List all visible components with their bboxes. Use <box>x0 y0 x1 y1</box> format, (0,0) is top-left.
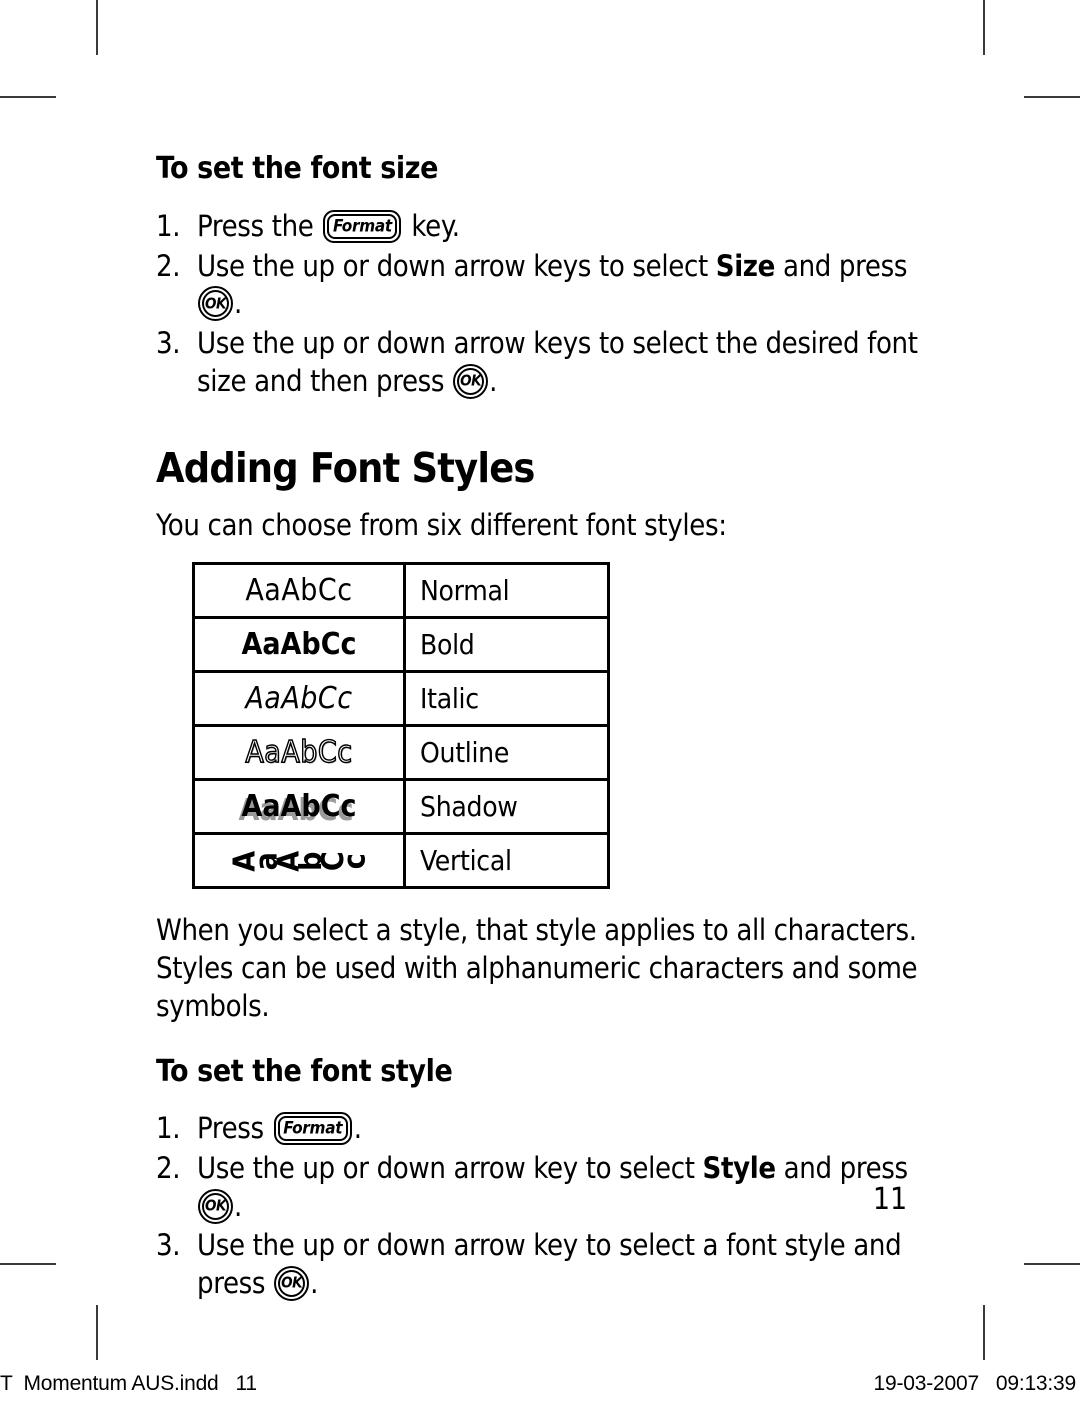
ok-key-icon[interactable]: OK <box>198 286 233 322</box>
style-label-shadow: Shadow <box>403 778 610 836</box>
style-label-vertical: Vertical <box>403 832 610 890</box>
menu-item-size: Size <box>715 248 776 283</box>
rotated-char: c <box>336 852 372 869</box>
style-sample-vertical: AaAbCc <box>192 832 406 890</box>
crop-mark-bottom-left-vertical <box>96 1305 98 1360</box>
format-key-icon[interactable]: Format <box>273 1112 352 1146</box>
step-number: 1. <box>156 209 181 243</box>
step-font-style-1: 1. Press Format. <box>156 1110 924 1148</box>
style-label-italic: Italic <box>403 670 610 728</box>
ok-key-icon[interactable]: OK <box>198 1188 233 1224</box>
step-text-tail: . <box>353 1111 362 1146</box>
step-text-tail: . <box>234 286 242 321</box>
page-content: To set the font size 1. Press the Format … <box>156 0 924 1305</box>
step-font-size-2: 2. Use the up or down arrow keys to selec… <box>156 248 924 323</box>
style-sample-shadow: AaAbCc <box>192 778 406 836</box>
menu-item-style: Style <box>702 1150 777 1185</box>
crop-mark-top-right-horizontal <box>1024 96 1080 98</box>
steps-font-size: 1. Press the Format key. 2. Use the up or … <box>156 208 924 400</box>
step-text-tail: . <box>234 1188 242 1223</box>
ok-key-icon[interactable]: OK <box>274 1265 310 1301</box>
print-footer-filename: T Momentum AUS.indd 11 <box>0 1372 257 1395</box>
step-number: 2. <box>156 248 181 283</box>
page-number: 11 <box>872 1182 908 1217</box>
sample-text: AaAbCc <box>228 846 372 876</box>
format-key-label: Format <box>283 1118 343 1139</box>
style-sample-italic: AaAbCc <box>192 670 406 728</box>
ok-key-label: OK <box>460 371 482 390</box>
sample-text: AaAbCc <box>241 626 357 662</box>
font-styles-table: AaAbCc Normal AaAbCc Bold AaAbCc Italic … <box>192 562 610 890</box>
table-row: AaAbCc Vertical <box>192 832 610 890</box>
crop-mark-top-left-vertical <box>96 0 98 55</box>
format-key-icon[interactable]: Format <box>323 210 402 243</box>
step-text-mid: and press <box>783 1150 908 1185</box>
print-footer: T Momentum AUS.indd 11 19-03-2007 09:13:… <box>0 1372 1080 1402</box>
style-sample-bold: AaAbCc <box>192 616 406 674</box>
sample-text: AaAbCc <box>245 572 353 608</box>
heading-to-set-the-font-style: To set the font style <box>156 1054 453 1090</box>
table-row: AaAbCc Bold <box>192 616 610 674</box>
crop-mark-bottom-right-vertical <box>983 1305 985 1360</box>
step-text-tail: . <box>489 363 498 398</box>
table-row: AaAbCc Shadow <box>192 778 610 836</box>
step-text: Use the up or down arrow keys to select … <box>197 326 918 398</box>
style-label-normal: Normal <box>403 562 610 620</box>
table-row: AaAbCc Normal <box>192 562 610 620</box>
step-text: Use the up or down arrow keys to select <box>197 248 708 283</box>
style-sample-outline: AaAbCc <box>192 724 406 782</box>
heading-adding-font-styles: Adding Font Styles <box>156 444 535 493</box>
step-font-style-2: 2. Use the up or down arrow key to select… <box>156 1150 924 1225</box>
format-key-label: Format <box>332 216 392 236</box>
sample-text: AaAbCc <box>245 680 353 716</box>
step-number: 3. <box>156 326 181 361</box>
ok-key-label: OK <box>205 1196 226 1215</box>
sample-text: AaAbCc <box>241 788 357 824</box>
step-text: Press <box>197 1111 264 1146</box>
step-font-style-3: 3. Use the up or down arrow key to select… <box>156 1227 924 1302</box>
steps-font-style: 1. Press Format. 2. Use the up or down arr… <box>156 1110 924 1302</box>
table-row: AaAbCc Italic <box>192 670 610 728</box>
style-label-bold: Bold <box>403 616 610 674</box>
step-text: Use the up or down arrow key to select <box>197 1150 695 1185</box>
ok-key-icon[interactable]: OK <box>453 363 489 399</box>
print-footer-timestamp: 19-03-2007 09:13:39 <box>873 1372 1077 1395</box>
ok-key-label: OK <box>205 294 226 313</box>
step-font-size-1: 1. Press the Format key. <box>156 208 924 246</box>
step-text-mid: and press <box>782 248 908 283</box>
sample-text: AaAbCc <box>245 734 353 770</box>
style-label-outline: Outline <box>403 724 610 782</box>
step-text-tail: key. <box>411 209 460 243</box>
ok-key-label: OK <box>281 1273 303 1292</box>
note-text: When you select a style, that style appl… <box>156 913 918 1023</box>
heading-to-set-the-font-size: To set the font size <box>156 151 438 186</box>
step-number: 1. <box>156 1111 181 1146</box>
table-row: AaAbCc Outline <box>192 724 610 782</box>
step-font-size-3: 3. Use the up or down arrow keys to selec… <box>156 325 924 400</box>
crop-mark-bottom-right-horizontal <box>1024 1263 1080 1265</box>
crop-mark-bottom-left-horizontal <box>0 1263 56 1265</box>
crop-mark-top-right-vertical <box>983 0 985 55</box>
step-number: 3. <box>156 1228 181 1263</box>
style-sample-normal: AaAbCc <box>192 562 406 620</box>
step-text: Press the <box>197 209 314 243</box>
step-number: 2. <box>156 1150 181 1185</box>
intro-text: You can choose from six different font s… <box>156 508 727 543</box>
crop-mark-top-left-horizontal <box>0 96 56 98</box>
step-text-tail: . <box>310 1265 319 1300</box>
